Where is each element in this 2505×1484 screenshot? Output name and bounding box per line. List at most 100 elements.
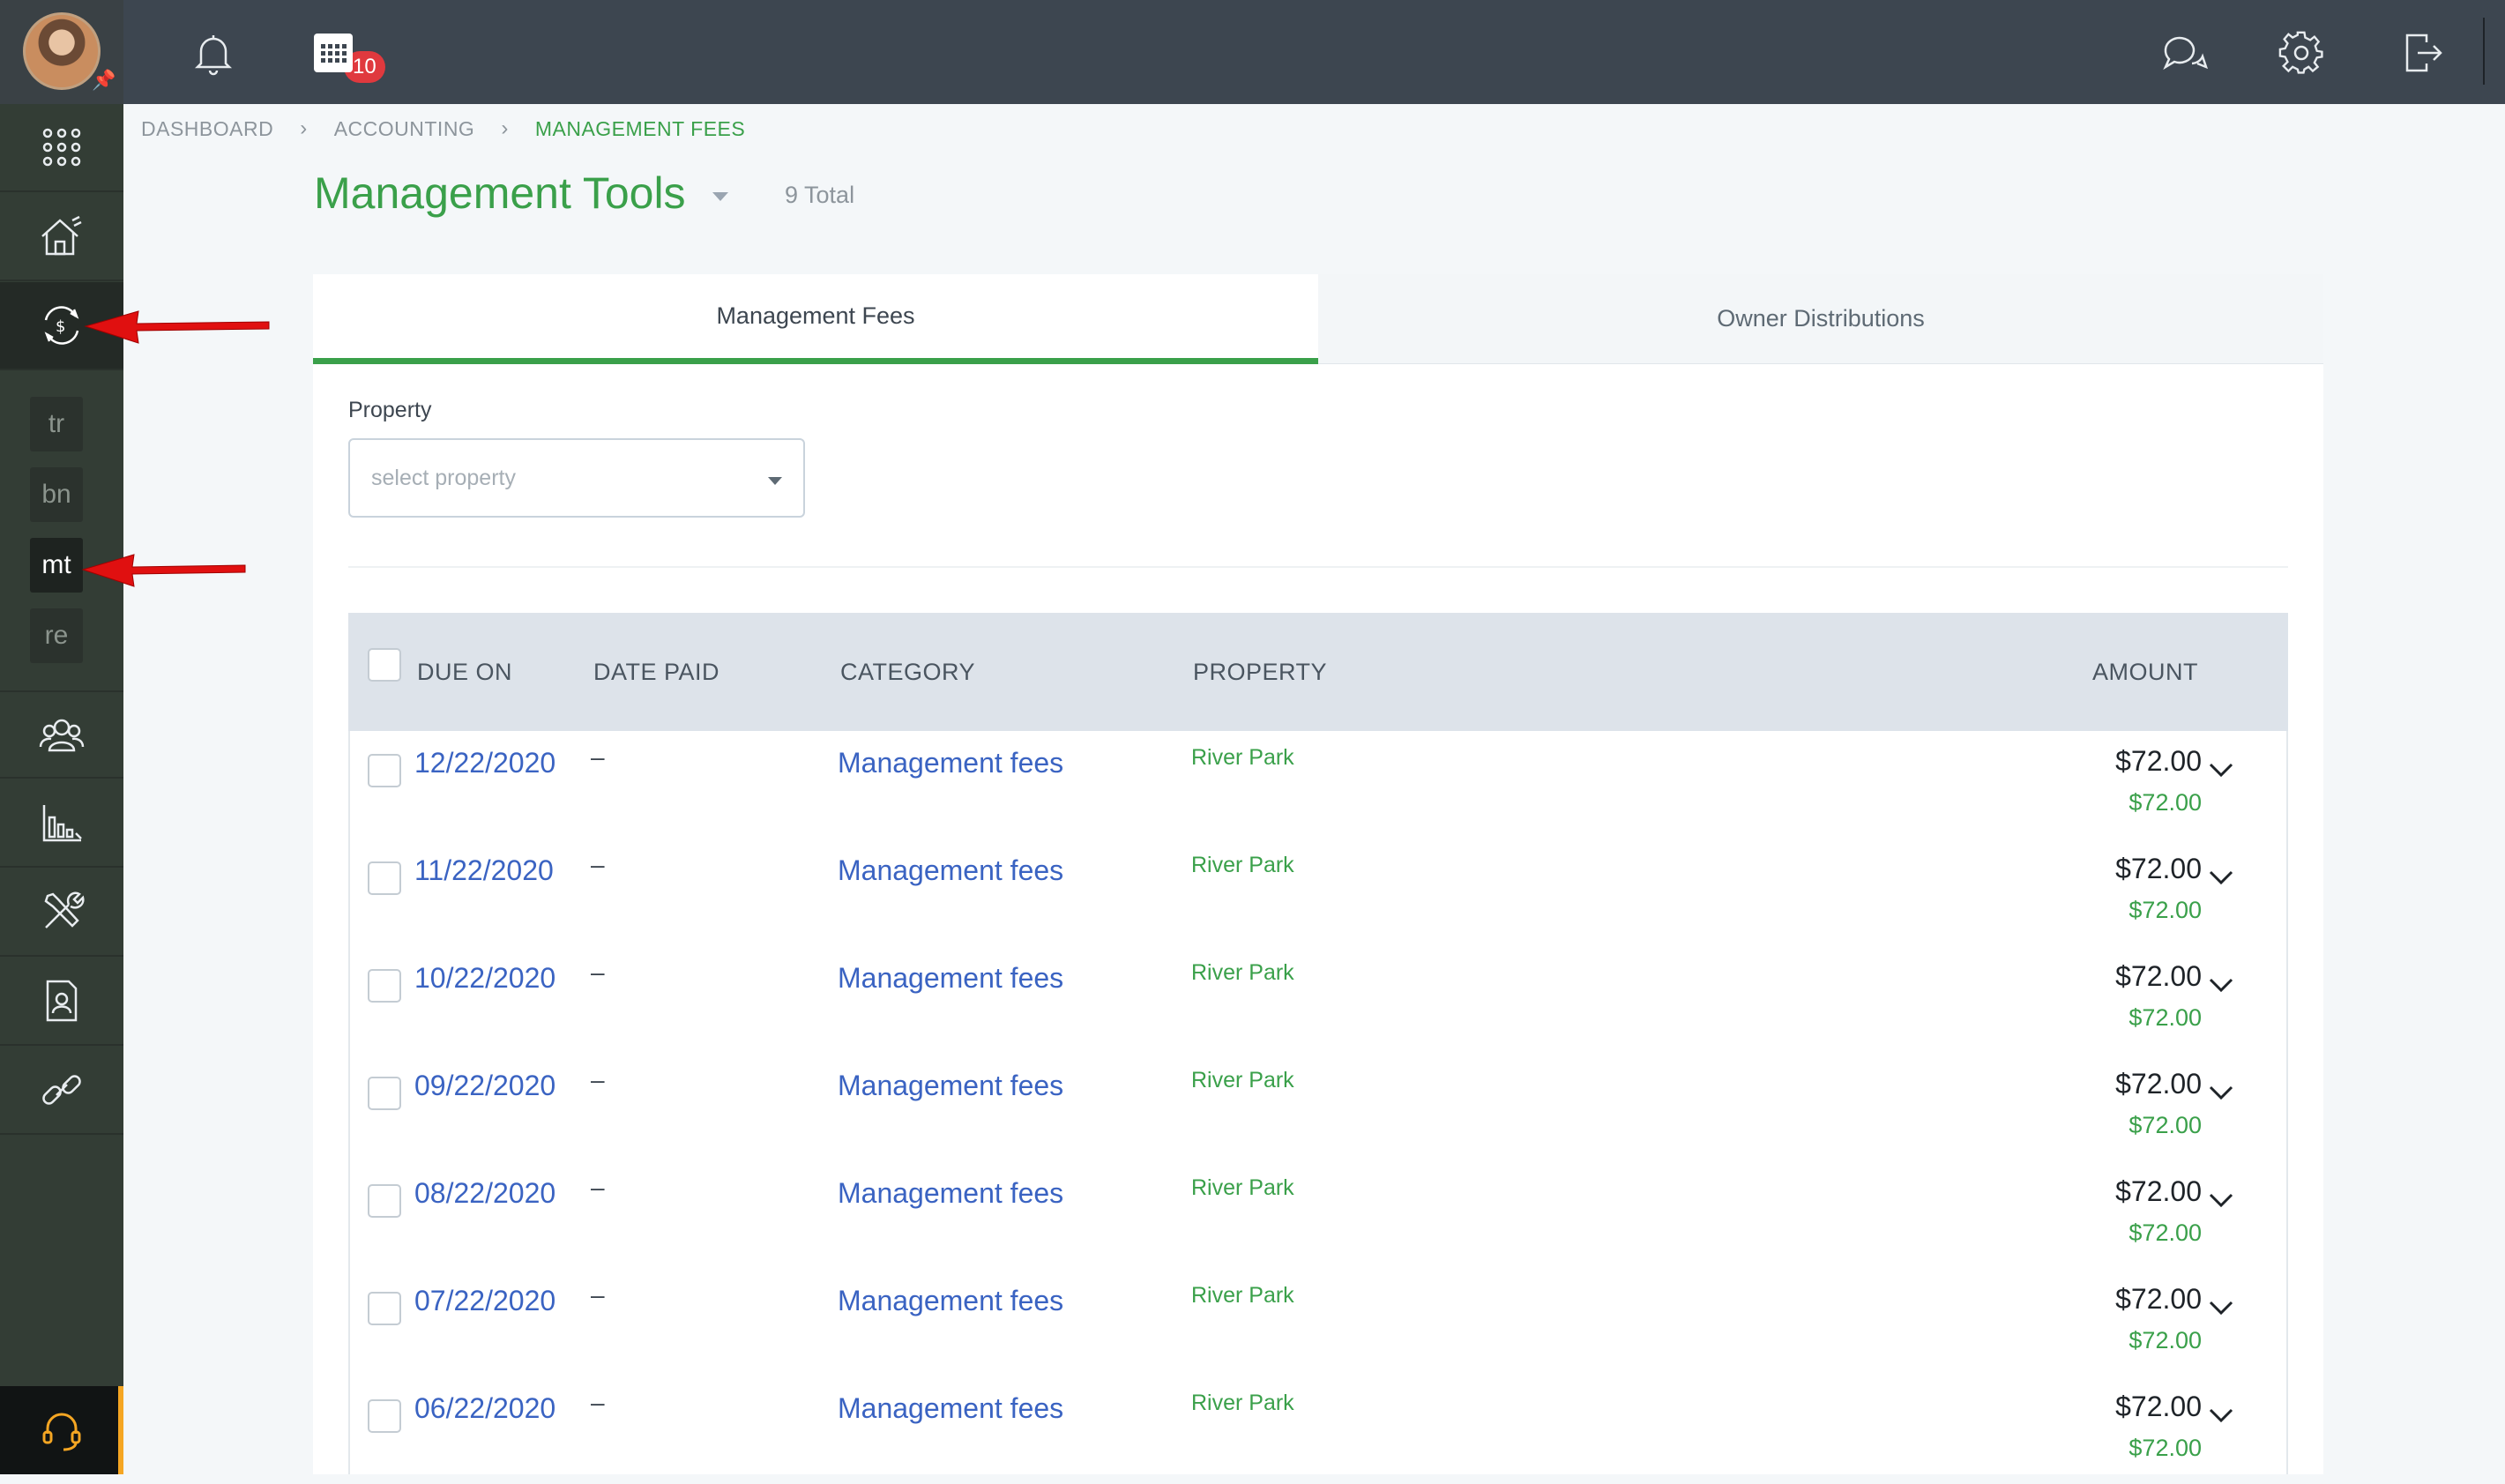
table-row[interactable]: 09/22/2020 – Management fees River Park …: [350, 1054, 2286, 1161]
row-checkbox[interactable]: [368, 1184, 401, 1218]
annotation-arrow: [81, 554, 246, 587]
date-paid: –: [591, 958, 605, 986]
chevron-down-icon[interactable]: [2208, 869, 2234, 886]
breadcrumb-current: MANAGEMENT FEES: [534, 116, 746, 140]
reports-icon[interactable]: [0, 779, 123, 868]
chevron-down-icon[interactable]: [2208, 761, 2234, 779]
date-paid: –: [591, 1066, 605, 1093]
help-headset-icon[interactable]: [0, 1386, 123, 1474]
table-row[interactable]: 07/22/2020 – Management fees River Park …: [350, 1269, 2286, 1376]
table-header: DUE ON DATE PAID CATEGORY PROPERTY AMOUN…: [348, 613, 2288, 731]
avatar[interactable]: [23, 12, 101, 90]
category-link[interactable]: Management fees: [838, 747, 1063, 779]
property-name: River Park: [1191, 960, 1294, 985]
amount-paid: $72.00: [2129, 1112, 2202, 1138]
header-category[interactable]: CATEGORY: [840, 613, 975, 731]
notifications-bell-icon[interactable]: [187, 26, 240, 79]
avatar-area: 📌: [0, 0, 123, 104]
tab-owner-distributions[interactable]: Owner Distributions: [1318, 274, 2323, 364]
apps-grid-icon[interactable]: [0, 104, 123, 192]
pin-icon[interactable]: 📌: [92, 69, 116, 92]
amount: $72.00: [2115, 1175, 2202, 1207]
date-paid: –: [591, 1281, 605, 1309]
breadcrumb-accounting[interactable]: ACCOUNTING: [334, 117, 475, 141]
main-card: Management Fees Owner Distributions Prop…: [313, 274, 2323, 1474]
category-link[interactable]: Management fees: [838, 854, 1063, 887]
amount-paid: $72.00: [2129, 1327, 2202, 1353]
table-row[interactable]: 12/22/2020 – Management fees River Park …: [350, 731, 2286, 839]
properties-icon[interactable]: [0, 193, 123, 281]
due-date-link[interactable]: 10/22/2020: [414, 962, 555, 995]
chevron-down-icon[interactable]: [2208, 1406, 2234, 1424]
row-checkbox[interactable]: [368, 969, 401, 1003]
table-row[interactable]: 10/22/2020 – Management fees River Park …: [350, 946, 2286, 1054]
subnav-item-active[interactable]: mt: [30, 538, 83, 593]
select-all-checkbox[interactable]: [368, 648, 401, 682]
documents-icon[interactable]: [0, 958, 123, 1046]
divider: [348, 566, 2288, 568]
table-row[interactable]: 08/22/2020 – Management fees River Park …: [350, 1161, 2286, 1269]
row-checkbox[interactable]: [368, 861, 401, 895]
property-name: River Park: [1191, 1175, 1294, 1200]
amount: $72.00: [2115, 1283, 2202, 1315]
category-link[interactable]: Management fees: [838, 1070, 1063, 1102]
caret-down-icon: [768, 477, 782, 485]
due-date-link[interactable]: 09/22/2020: [414, 1070, 555, 1102]
chevron-down-icon[interactable]: [2208, 1299, 2234, 1316]
amount: $72.00: [2115, 1068, 2202, 1100]
help-accent-strip: [118, 1386, 123, 1474]
due-date-link[interactable]: 12/22/2020: [414, 747, 555, 779]
row-checkbox[interactable]: [368, 754, 401, 787]
due-date-link[interactable]: 06/22/2020: [414, 1392, 555, 1425]
date-paid: –: [591, 1174, 605, 1201]
due-date-link[interactable]: 08/22/2020: [414, 1177, 555, 1210]
amount: $72.00: [2115, 960, 2202, 992]
contacts-icon[interactable]: [0, 690, 123, 779]
maintenance-icon[interactable]: [0, 869, 123, 957]
amount: $72.00: [2115, 853, 2202, 884]
top-bar: 10: [123, 0, 2505, 104]
row-checkbox[interactable]: [368, 1292, 401, 1325]
caret-down-icon[interactable]: [712, 192, 728, 201]
table-body: 12/22/2020 – Management fees River Park …: [348, 731, 2288, 1474]
category-link[interactable]: Management fees: [838, 1392, 1063, 1425]
logout-icon[interactable]: [2397, 26, 2449, 79]
category-link[interactable]: Management fees: [838, 962, 1063, 995]
table-row[interactable]: 06/22/2020 – Management fees River Park …: [350, 1376, 2286, 1484]
subnav-item[interactable]: tr: [30, 397, 83, 451]
row-checkbox[interactable]: [368, 1077, 401, 1110]
subnav-item[interactable]: bn: [30, 467, 83, 522]
table-row[interactable]: 11/22/2020 – Management fees River Park …: [350, 839, 2286, 946]
amount-paid: $72.00: [2129, 897, 2202, 923]
property-name: River Park: [1191, 1391, 1294, 1415]
tab-management-fees[interactable]: Management Fees: [313, 274, 1318, 364]
header-date-paid[interactable]: DATE PAID: [593, 613, 719, 731]
category-link[interactable]: Management fees: [838, 1285, 1063, 1317]
header-due-on[interactable]: DUE ON: [417, 613, 512, 731]
page-title[interactable]: Management Tools: [314, 168, 686, 219]
property-select-placeholder: select property: [371, 465, 516, 490]
chat-icon[interactable]: [2158, 26, 2211, 79]
svg-text:$: $: [56, 317, 65, 336]
header-amount[interactable]: AMOUNT: [2092, 613, 2198, 731]
header-property[interactable]: PROPERTY: [1193, 613, 1327, 731]
calendar-icon[interactable]: [307, 26, 360, 79]
amount-paid: $72.00: [2129, 1435, 2202, 1461]
due-date-link[interactable]: 11/22/2020: [414, 854, 554, 887]
chevron-down-icon[interactable]: [2208, 976, 2234, 994]
settings-gear-icon[interactable]: [2275, 26, 2328, 79]
breadcrumb-dashboard[interactable]: DASHBOARD: [141, 117, 273, 141]
category-link[interactable]: Management fees: [838, 1177, 1063, 1210]
due-date-link[interactable]: 07/22/2020: [414, 1285, 555, 1317]
row-checkbox[interactable]: [368, 1399, 401, 1433]
total-count: 9 Total: [785, 182, 855, 208]
property-name: River Park: [1191, 745, 1294, 770]
chevron-right-icon: ›: [501, 116, 509, 140]
subnav-item[interactable]: re: [30, 608, 83, 663]
annotation-arrow: [84, 310, 270, 344]
property-select[interactable]: select property: [348, 438, 805, 518]
top-bar-divider: [2483, 18, 2485, 85]
chevron-down-icon[interactable]: [2208, 1084, 2234, 1101]
links-icon[interactable]: [0, 1047, 123, 1135]
chevron-down-icon[interactable]: [2208, 1191, 2234, 1209]
